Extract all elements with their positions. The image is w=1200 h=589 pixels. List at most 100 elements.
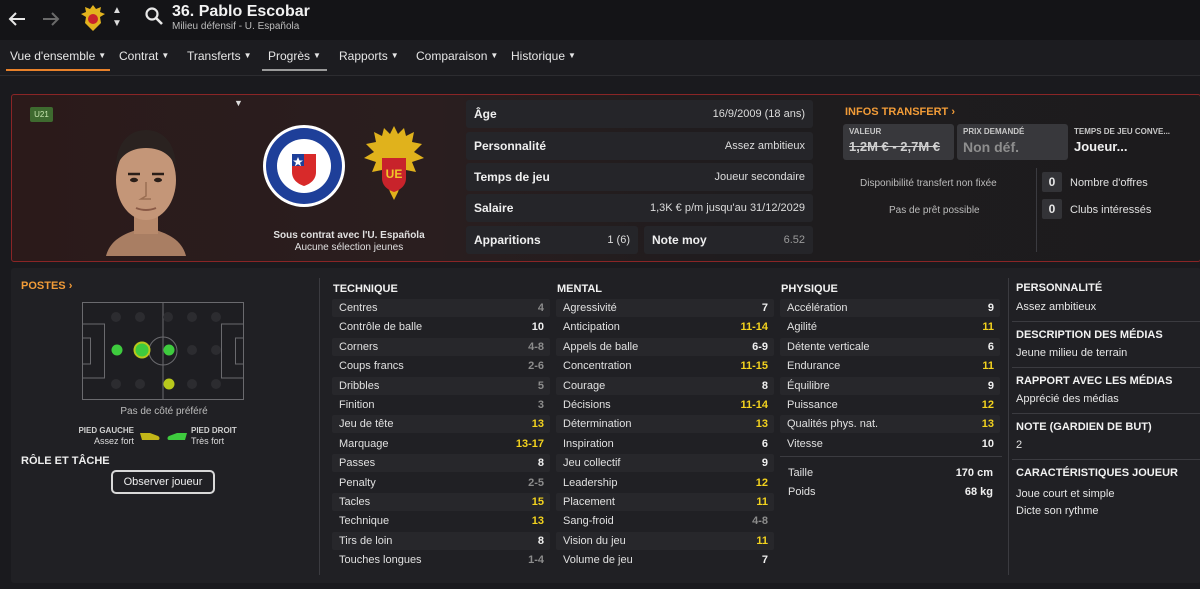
attribute-row[interactable]: Centres 4 <box>332 299 550 317</box>
physique-header: PHYSIQUE <box>781 283 838 295</box>
attribute-name: Contrôle de balle <box>339 321 423 334</box>
goalkeeper-rating-heading: NOTE (GARDIEN DE BUT) <box>1016 421 1152 433</box>
attribute-row[interactable]: Penalty 2-5 <box>332 474 550 492</box>
attribute-row[interactable]: Équilibre 9 <box>780 376 1000 395</box>
forward-arrow-icon[interactable] <box>36 4 66 34</box>
attribute-value: 1-4 <box>528 554 544 567</box>
attribute-name: Endurance <box>787 360 841 373</box>
attribute-row[interactable]: Jeu collectif 9 <box>556 454 774 473</box>
attribute-row[interactable]: Concentration 11-15 <box>556 357 774 375</box>
positions-pitch <box>82 302 244 400</box>
tab-reports[interactable]: Rapports ▼ <box>337 49 401 71</box>
attribute-row[interactable]: Touches longues 1-4 <box>332 551 550 569</box>
attribute-row[interactable]: Appels de balle 6-9 <box>556 337 774 356</box>
back-arrow-icon[interactable] <box>2 4 32 34</box>
tab-contract[interactable]: Contrat ▼ <box>117 49 171 71</box>
attribute-row[interactable]: Décisions 11-14 <box>556 396 774 414</box>
positions-header[interactable]: POSTES › <box>21 280 72 292</box>
attribute-row[interactable]: Coups francs 2-6 <box>332 357 550 375</box>
tab-overview[interactable]: Vue d'ensemble ▼ <box>6 49 111 71</box>
attribute-row[interactable]: Marquage 13-17 <box>332 435 550 453</box>
search-icon[interactable] <box>144 6 164 26</box>
contract-line: Sous contrat avec l'U. Española <box>273 230 425 241</box>
transfer-info-header[interactable]: INFOS TRANSFERT › <box>845 106 955 118</box>
tab-bar: Vue d'ensemble ▼ Contrat ▼ Transferts ▼ Pro… <box>0 40 1200 76</box>
divider <box>1008 278 1009 575</box>
contract-status: Sous contrat avec l'U. Española Aucune s… <box>258 230 440 254</box>
attribute-row[interactable]: Tacles 15 <box>332 493 550 511</box>
tab-reports-label: Rapports <box>339 49 388 63</box>
attribute-row[interactable]: Agilité 11 <box>780 318 1000 336</box>
info-salary-row: Salaire 1,3K € p/m jusqu'au 31/12/2029 <box>466 194 813 222</box>
chevron-down-icon: ▼ <box>490 51 499 60</box>
attribute-row[interactable]: Anticipation 11-14 <box>556 318 774 336</box>
divider <box>1036 168 1037 252</box>
tab-transfers[interactable]: Transferts ▼ <box>185 49 254 71</box>
observe-player-button[interactable]: Observer joueur <box>111 470 215 494</box>
attribute-row[interactable]: Corners 4-8 <box>332 337 550 356</box>
attribute-name: Inspiration <box>563 437 614 450</box>
attribute-row[interactable]: Vitesse 10 <box>780 435 1000 453</box>
attribute-row[interactable]: Leadership 12 <box>556 474 774 492</box>
attribute-row[interactable]: Puissance 12 <box>780 396 1000 414</box>
mental-header: MENTAL <box>557 283 603 295</box>
attribute-row[interactable]: Jeu de tête 13 <box>332 415 550 434</box>
attribute-name: Concentration <box>563 360 632 373</box>
attribute-name: Marquage <box>339 437 389 450</box>
chevron-right-icon: › <box>951 106 956 118</box>
attribute-row[interactable]: Passes 8 <box>332 454 550 473</box>
expected-playtime: Joueur... <box>1074 139 1128 154</box>
attribute-name: Accélération <box>787 302 848 314</box>
player-subtitle: Milieu défensif - U. Española <box>172 21 300 32</box>
tab-comparison[interactable]: Comparaison ▼ <box>414 49 500 71</box>
chevron-down-icon: ▼ <box>161 51 170 60</box>
chevron-down-icon[interactable]: ▼ <box>234 98 243 108</box>
attribute-row[interactable]: Sang-froid 4-8 <box>556 512 774 530</box>
attribute-row[interactable]: Inspiration 6 <box>556 435 774 453</box>
national-federation-crest <box>262 124 346 208</box>
attribute-name: Détente verticale <box>787 340 870 353</box>
attribute-name: Décisions <box>563 399 611 411</box>
attribute-row[interactable]: Tirs de loin 8 <box>332 531 550 550</box>
attribute-row[interactable]: Finition 3 <box>332 396 550 414</box>
attribute-row[interactable]: Placement 11 <box>556 493 774 511</box>
attribute-name: Appels de balle <box>563 340 639 353</box>
attribute-name: Puissance <box>787 399 838 411</box>
position-dot-natural <box>163 344 175 356</box>
attribute-row[interactable]: Agressivité 7 <box>556 299 774 317</box>
info-label: Note moy <box>652 233 707 247</box>
side-preference: Pas de côté préféré <box>120 406 208 417</box>
player-face <box>96 124 196 256</box>
attribute-value: 15 <box>531 496 544 508</box>
attribute-name: Équilibre <box>787 379 830 392</box>
info-value: Joueur secondaire <box>714 171 805 183</box>
divider <box>1012 367 1200 368</box>
attribute-row[interactable]: Endurance 11 <box>780 357 1000 375</box>
attribute-row[interactable]: Dribbles 5 <box>332 376 550 395</box>
divider <box>319 278 320 575</box>
info-label: Âge <box>474 107 497 121</box>
interested-clubs-label: Clubs intéressés <box>1070 204 1152 216</box>
attribute-row[interactable]: Qualités phys. nat. 13 <box>780 415 1000 434</box>
attribute-row[interactable]: Détente verticale 6 <box>780 337 1000 356</box>
loan-availability: Pas de prêt possible <box>889 205 980 216</box>
media-description-text: Jeune milieu de terrain <box>1016 347 1128 359</box>
player-switch-arrows-icon[interactable]: ▲ ▼ <box>110 4 124 32</box>
attribute-name: Jeu collectif <box>563 457 621 470</box>
attribute-row[interactable]: Vision du jeu 11 <box>556 531 774 550</box>
chevron-down-icon: ▼ <box>390 51 399 60</box>
club-crest-small-icon <box>80 4 106 32</box>
attribute-value: 8 <box>537 457 544 470</box>
info-rating-row: Note moy 6.52 <box>644 226 813 254</box>
attribute-name: Anticipation <box>563 321 620 334</box>
attribute-name: Placement <box>563 496 615 508</box>
attribute-row[interactable]: Technique 13 <box>332 512 550 530</box>
attribute-row[interactable]: Détermination 13 <box>556 415 774 434</box>
attribute-row[interactable]: Contrôle de balle 10 <box>332 318 550 336</box>
attribute-name: Finition <box>339 399 375 411</box>
attribute-row[interactable]: Accélération 9 <box>780 299 1000 317</box>
tab-progress[interactable]: Progrès ▼ <box>262 49 327 71</box>
attribute-row[interactable]: Volume de jeu 7 <box>556 551 774 569</box>
attribute-row[interactable]: Courage 8 <box>556 376 774 395</box>
tab-history[interactable]: Historique ▼ <box>509 49 578 71</box>
